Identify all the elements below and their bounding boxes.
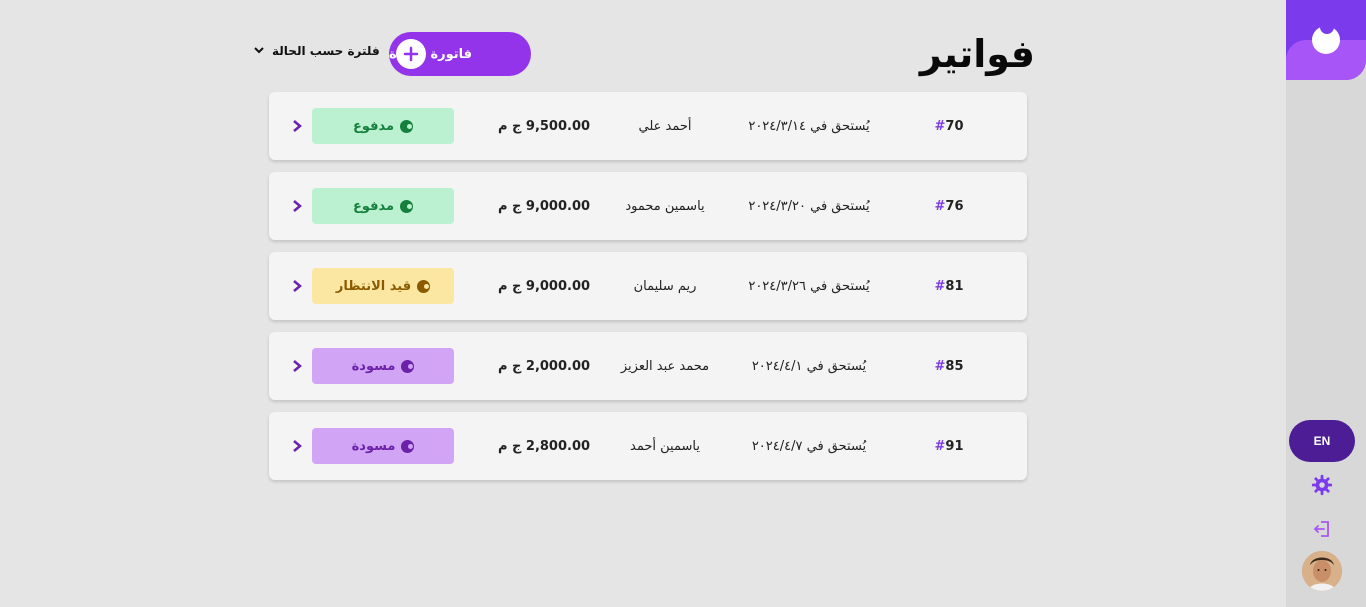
invoice-id: #81 [909, 252, 989, 320]
invoice-amount: 9,500.00 ج م [497, 118, 591, 134]
status-label: مدفوع [352, 198, 395, 214]
chevron-right-icon [287, 116, 307, 136]
status-badge: مسودة [312, 428, 454, 464]
page-title: فواتير [919, 32, 1035, 76]
logout-icon[interactable] [1310, 517, 1334, 541]
invoice-row[interactable]: مسودة 2,000.00 ج م محمد عبد العزيز يُستح… [269, 332, 1027, 400]
invoice-due-date: يُستحق في ٢٠٢٤/٣/٢٠ [748, 198, 870, 214]
status-label: مسودة [351, 358, 396, 374]
chevron-right-icon [287, 436, 307, 456]
moon-logo-icon [1312, 20, 1340, 54]
invoice-client: ريم سليمان [633, 278, 697, 294]
invoice-hash: # [934, 438, 946, 454]
status-label: مسودة [351, 438, 396, 454]
invoice-amount: 9,000.00 ج م [497, 278, 591, 294]
status-dot-icon [401, 439, 415, 453]
filter-label: فلترة حسب الحالة [272, 44, 380, 58]
invoice-hash: # [934, 358, 946, 374]
invoice-amount: 2,000.00 ج م [497, 358, 591, 374]
status-label: قيد الانتظار [335, 278, 412, 294]
invoice-id: #91 [909, 412, 989, 480]
status-dot-icon [400, 119, 414, 133]
chevron-down-icon [254, 46, 264, 57]
invoice-number: 70 [945, 118, 964, 134]
invoice-hash: # [934, 198, 946, 214]
new-invoice-button[interactable]: فاتورة جديدة [389, 32, 531, 76]
invoice-number: 85 [945, 358, 964, 374]
invoice-client: ياسمين محمود [625, 198, 705, 214]
page-header: فلترة حسب الحالة فاتورة جديدة فواتير [250, 28, 1035, 80]
language-toggle-button[interactable]: EN [1289, 420, 1355, 462]
status-label: مدفوع [352, 118, 395, 134]
invoice-id: #76 [909, 172, 989, 240]
invoice-due-date: يُستحق في ٢٠٢٤/٣/٢٦ [748, 278, 870, 294]
chevron-right-icon [287, 196, 307, 216]
status-badge: مدفوع [312, 188, 454, 224]
chevron-right-icon [287, 356, 307, 376]
status-dot-icon [401, 359, 415, 373]
status-badge: قيد الانتظار [312, 268, 454, 304]
status-badge: مدفوع [312, 108, 454, 144]
invoice-client: أحمد علي [638, 118, 692, 134]
gear-icon[interactable] [1310, 473, 1334, 497]
plus-icon [396, 39, 426, 69]
invoice-row[interactable]: مسودة 2,800.00 ج م ياسمين أحمد يُستحق في… [269, 412, 1027, 480]
invoice-amount: 9,000.00 ج م [497, 198, 591, 214]
app-logo[interactable] [1286, 0, 1366, 80]
invoice-client: محمد عبد العزيز [620, 358, 710, 374]
status-dot-icon [400, 199, 414, 213]
invoice-amount: 2,800.00 ج م [497, 438, 591, 454]
invoice-due-date: يُستحق في ٢٠٢٤/٣/١٤ [748, 118, 870, 134]
invoice-row[interactable]: مدفوع 9,000.00 ج م ياسمين محمود يُستحق ف… [269, 172, 1027, 240]
invoice-number: 76 [945, 198, 964, 214]
status-badge: مسودة [312, 348, 454, 384]
invoice-list: مدفوع 9,500.00 ج م أحمد علي يُستحق في ٢٠… [269, 92, 1027, 492]
invoice-hash: # [934, 278, 946, 294]
invoice-id: #70 [909, 92, 989, 160]
invoice-number: 81 [945, 278, 964, 294]
invoice-due-date: يُستحق في ٢٠٢٤/٤/١ [751, 358, 867, 374]
invoice-id: #85 [909, 332, 989, 400]
invoice-due-date: يُستحق في ٢٠٢٤/٤/٧ [751, 438, 867, 454]
status-filter-dropdown[interactable]: فلترة حسب الحالة [254, 44, 380, 58]
invoice-client: ياسمين أحمد [630, 438, 700, 454]
user-avatar[interactable] [1302, 551, 1342, 591]
invoices-page: فلترة حسب الحالة فاتورة جديدة فواتير مدف… [0, 0, 1366, 607]
invoice-number: 91 [945, 438, 964, 454]
invoice-hash: # [934, 118, 946, 134]
invoice-row[interactable]: قيد الانتظار 9,000.00 ج م ريم سليمان يُس… [269, 252, 1027, 320]
chevron-right-icon [287, 276, 307, 296]
invoice-row[interactable]: مدفوع 9,500.00 ج م أحمد علي يُستحق في ٢٠… [269, 92, 1027, 160]
status-dot-icon [417, 279, 431, 293]
sidebar: EN [1286, 0, 1366, 607]
